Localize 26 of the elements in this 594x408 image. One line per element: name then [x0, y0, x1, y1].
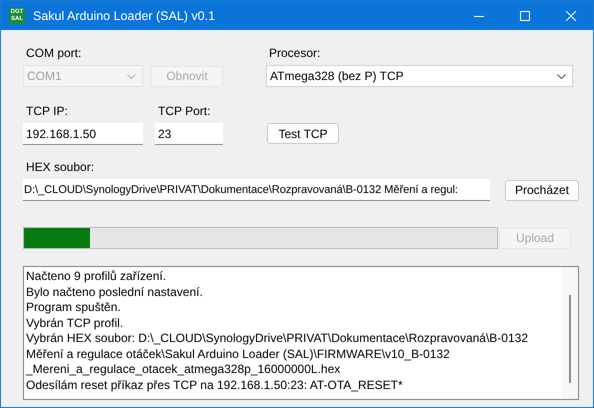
log-line: Bylo načteno poslední nastavení. — [26, 284, 204, 300]
log-line: Vybrán HEX soubor: D:\_CLOUD\SynologyDrive\PRIVAT\Dokumentace\Rozpravovaná\B-0132 — [26, 331, 530, 346]
maximize-icon[interactable] — [520, 10, 530, 20]
field-label: TCP IP: — [26, 103, 69, 119]
log-line: Program spuštěn. — [26, 300, 122, 316]
chevron-icon — [127, 74, 136, 78]
processor-dropdown[interactable]: ATmega328 (bez P) TCP — [266, 65, 573, 87]
window-title: Sakul Arduino Loader (SAL) v0.1 — [33, 8, 216, 22]
tcp-port-field[interactable]: 23 — [155, 123, 223, 145]
scrollbar-thumb[interactable] — [568, 295, 570, 383]
field-label: TCP Port: — [158, 103, 212, 119]
scrollbar[interactable] — [561, 267, 578, 399]
field-label: HEX soubor: — [26, 159, 96, 175]
hex-file-field[interactable]: D:\_CLOUD\SynologyDrive\PRIVAT\Dokumentace\Rozpravovaná\B-0132 Měření a regul: — [23, 179, 490, 201]
chevron-icon — [557, 74, 566, 78]
close-icon[interactable] — [566, 10, 576, 20]
field-label: Procesor: — [269, 45, 322, 61]
log-line: Měření a regulace otáček\Sakul Arduino Loader (SAL)\FIRMWARE\v10_B-0132 — [26, 346, 451, 362]
log-line: _Mereni_a_regulace_otacek_atmega328p_16000000L.hex — [26, 362, 342, 378]
test-tcp-button[interactable]: Test TCP — [267, 123, 339, 144]
log-line: Vybrán TCP profil. — [26, 316, 124, 331]
field-label: COM port: — [26, 45, 82, 61]
tcp-ip-field[interactable]: 192.168.1.50 — [23, 123, 143, 145]
browse-button[interactable]: Procházet — [505, 180, 579, 200]
log-line: Načteno 9 profilů zařízení. — [26, 269, 168, 284]
log-line: Odesílám reset příkaz přes TCP na 192.168.1.50:23: AT-OTA_RESET* — [26, 378, 404, 393]
